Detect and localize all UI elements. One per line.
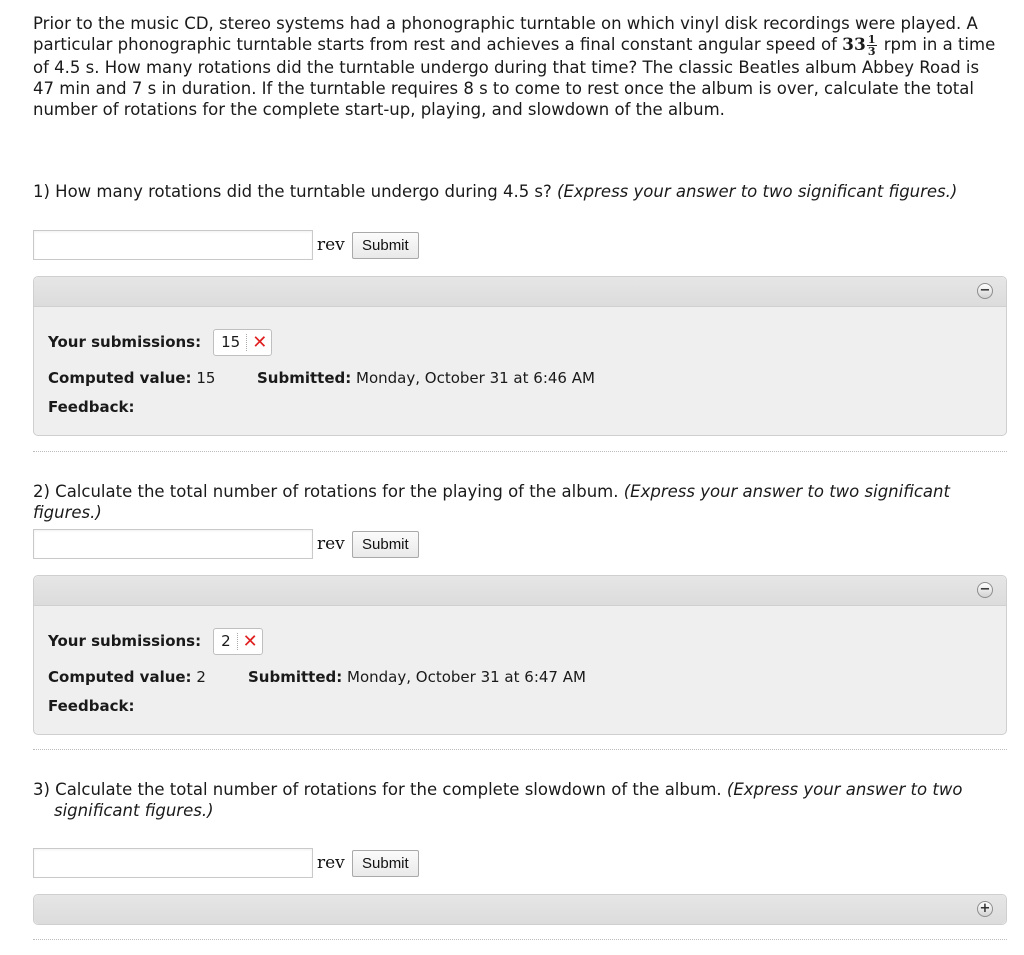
incorrect-x-icon: ✕ <box>252 332 268 353</box>
question-3-submit-button[interactable]: Submit <box>352 850 419 877</box>
minus-circle-icon[interactable]: − <box>977 283 993 299</box>
question-2-text: 2) Calculate the total number of rotatio… <box>33 481 1013 523</box>
feedback-label: Feedback: <box>48 398 135 416</box>
question-3-hint-continued: significant figures.) <box>54 801 214 820</box>
problem-text-start: Prior to the music CD, stereo systems ha… <box>33 14 978 54</box>
question-2-prompt: 2) Calculate the total number of rotatio… <box>33 482 624 501</box>
question-2-submit-button[interactable]: Submit <box>352 531 419 558</box>
question-1-prompt: 1) How many rotations did the turntable … <box>33 182 558 201</box>
angular-speed-fraction: 13 <box>866 34 877 58</box>
question-2-submitted-time: Submitted: Monday, October 31 at 6:47 AM <box>248 668 586 686</box>
question-3-prompt: 3) Calculate the total number of rotatio… <box>33 780 727 799</box>
question-1-text: 1) How many rotations did the turntable … <box>33 181 1013 202</box>
submitted-timestamp: Monday, October 31 at 6:46 AM <box>356 369 595 387</box>
plus-circle-icon[interactable]: + <box>977 901 993 917</box>
question-1-panel-header[interactable]: − <box>34 277 1006 307</box>
question-2-submissions-row: Your submissions: 2 ✕ <box>48 628 263 655</box>
question-2-feedback: Feedback: <box>48 697 134 715</box>
submission-value: 2 <box>221 632 231 650</box>
question-2-unit: rev <box>317 534 345 554</box>
chip-divider <box>236 633 238 650</box>
submission-value: 15 <box>221 333 241 351</box>
question-1-computed-row: Computed value: 15 <box>48 369 215 387</box>
submitted-timestamp: Monday, October 31 at 6:47 AM <box>347 668 586 686</box>
question-3-submissions-panel: + <box>33 894 1007 925</box>
fraction-denominator: 3 <box>867 45 876 58</box>
question-1-feedback: Feedback: <box>48 398 134 416</box>
computed-value: 2 <box>196 668 206 686</box>
question-1-submissions-row: Your submissions: 15 ✕ <box>48 329 273 356</box>
question-1-submitted-time: Submitted: Monday, October 31 at 6:46 AM <box>257 369 595 387</box>
submitted-label: Submitted: <box>248 668 343 686</box>
question-2-submissions-panel: − Your submissions: 2 ✕ Computed value: 2 … <box>33 575 1007 735</box>
section-divider <box>33 451 1007 452</box>
question-1-unit: rev <box>317 235 345 255</box>
minus-circle-icon[interactable]: − <box>977 582 993 598</box>
feedback-label: Feedback: <box>48 697 135 715</box>
submission-chip[interactable]: 15 ✕ <box>213 329 273 356</box>
chip-divider <box>246 334 248 351</box>
question-1-submissions-panel: − Your submissions: 15 ✕ Computed value: 1… <box>33 276 1007 436</box>
question-1-hint: (Express your answer to two significant … <box>557 182 958 201</box>
question-3-answer-input[interactable] <box>33 848 313 878</box>
computed-label: Computed value: <box>48 668 192 686</box>
question-2-answer-input[interactable] <box>33 529 313 559</box>
question-3-text: 3) Calculate the total number of rotatio… <box>33 779 1013 821</box>
question-2-panel-header[interactable]: − <box>34 576 1006 606</box>
computed-value: 15 <box>196 369 216 387</box>
section-divider <box>33 749 1007 750</box>
question-2-computed-row: Computed value: 2 <box>48 668 206 686</box>
section-divider <box>33 939 1007 940</box>
submissions-label: Your submissions: <box>48 333 202 351</box>
question-1-answer-input[interactable] <box>33 230 313 260</box>
angular-speed-whole: 33 <box>842 35 866 55</box>
question-3-hint: (Express your answer to two <box>726 780 963 799</box>
question-3-unit: rev <box>317 853 345 873</box>
question-3-panel-header[interactable]: + <box>34 895 1006 924</box>
problem-statement: Prior to the music CD, stereo systems ha… <box>33 13 998 120</box>
submitted-label: Submitted: <box>257 369 352 387</box>
incorrect-x-icon: ✕ <box>242 631 258 652</box>
submissions-label: Your submissions: <box>48 632 202 650</box>
question-1-submit-button[interactable]: Submit <box>352 232 419 259</box>
computed-label: Computed value: <box>48 369 192 387</box>
submission-chip[interactable]: 2 ✕ <box>213 628 263 655</box>
